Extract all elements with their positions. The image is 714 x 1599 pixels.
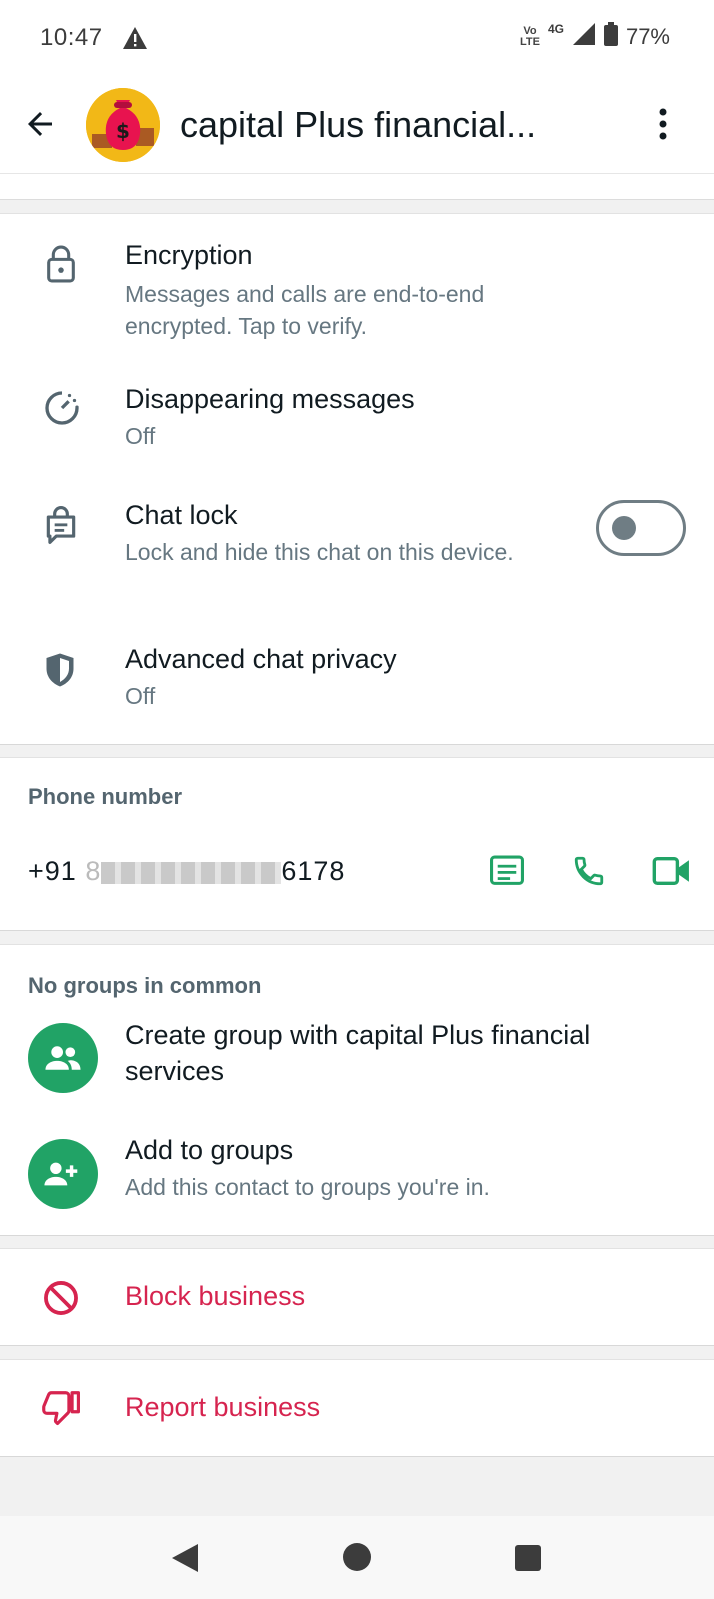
nav-home-icon[interactable]	[342, 1542, 372, 1577]
group-avatar-circle	[28, 1023, 98, 1093]
groups-card: No groups in common Create group with ca…	[0, 944, 714, 1236]
redacted-digits	[101, 861, 282, 884]
status-time: 10:47	[40, 24, 103, 51]
add-to-groups-subtitle: Add this contact to groups you're in.	[125, 1174, 490, 1200]
status-indicators: Vo LTE 4G 77%	[520, 22, 670, 51]
svg-text:$: $	[116, 119, 130, 143]
app-bar: $ capital Plus financial...	[0, 78, 714, 174]
chat-lock-title: Chat lock	[125, 500, 238, 530]
phone-suffix: 6178	[281, 856, 346, 886]
block-business-label: Block business	[125, 1281, 306, 1311]
advanced-privacy-row[interactable]: Advanced chat privacy Off	[0, 624, 714, 739]
add-to-group-icon	[44, 1162, 78, 1186]
phone-number[interactable]: +91 8 6178	[28, 856, 345, 887]
disappearing-subtitle: Off	[125, 423, 156, 449]
nav-recents-icon[interactable]	[514, 1544, 542, 1577]
add-to-groups-title: Add to groups	[125, 1135, 294, 1165]
nav-back-icon[interactable]	[170, 1542, 200, 1579]
chat-lock-subtitle: Lock and hide this chat on this device.	[125, 539, 514, 565]
chat-lock-icon	[42, 504, 80, 551]
phone-prefix: +91	[28, 856, 77, 886]
chat-lock-toggle[interactable]	[596, 500, 686, 556]
groups-section-label: No groups in common	[28, 973, 262, 998]
report-business-label: Report business	[125, 1392, 321, 1422]
privacy-card: Encryption Messages and calls are end-to…	[0, 213, 714, 745]
system-nav-bar	[0, 1516, 714, 1599]
top-strip	[0, 174, 714, 200]
advanced-privacy-title: Advanced chat privacy	[125, 644, 397, 674]
volte-line2: LTE	[519, 35, 540, 48]
phone-card: Phone number +91 8 6178	[0, 757, 714, 931]
status-bar: 10:47 Vo LTE 4G 77%	[0, 0, 714, 78]
create-group-label: Create group with capital Plus financial…	[125, 1020, 591, 1086]
encryption-title: Encryption	[125, 240, 253, 270]
video-call-icon[interactable]	[652, 854, 692, 893]
voice-call-icon[interactable]	[572, 854, 606, 893]
battery-icon	[603, 22, 618, 51]
report-card[interactable]: Report business	[0, 1359, 714, 1457]
add-group-avatar-circle	[28, 1139, 98, 1209]
add-to-groups-row[interactable]: Add to groups Add this contact to groups…	[0, 1125, 714, 1235]
group-icon	[45, 1046, 81, 1070]
block-icon	[42, 1279, 80, 1322]
encryption-subtitle: Messages and calls are end-to-end encryp…	[125, 281, 485, 339]
more-options-icon[interactable]	[658, 108, 668, 145]
warning-icon	[122, 26, 148, 55]
phone-section-label: Phone number	[28, 784, 183, 809]
contact-name-title[interactable]: capital Plus financial...	[180, 104, 536, 146]
back-arrow-icon[interactable]	[22, 106, 58, 147]
create-group-row[interactable]: Create group with capital Plus financial…	[0, 1011, 714, 1121]
volte-indicator: Vo LTE	[519, 24, 540, 48]
phone-mask-start: 8	[85, 856, 102, 886]
thumbs-down-icon	[42, 1388, 80, 1431]
toggle-knob	[612, 516, 636, 540]
disappearing-messages-row[interactable]: Disappearing messages Off	[0, 364, 714, 474]
block-card[interactable]: Block business	[0, 1248, 714, 1346]
contact-avatar[interactable]: $	[86, 88, 160, 162]
encryption-row[interactable]: Encryption Messages and calls are end-to…	[0, 214, 714, 354]
network-type: 4G	[547, 22, 564, 36]
volte-line1: Vo	[523, 24, 537, 37]
message-icon[interactable]	[488, 854, 526, 893]
disappearing-title: Disappearing messages	[125, 384, 415, 414]
advanced-privacy-subtitle: Off	[125, 683, 156, 709]
signal-icon	[572, 22, 596, 51]
timer-icon	[42, 388, 82, 433]
lock-icon	[42, 244, 80, 289]
battery-percent: 77%	[625, 23, 670, 49]
shield-icon	[42, 650, 78, 695]
chat-lock-row[interactable]: Chat lock Lock and hide this chat on thi…	[0, 480, 714, 610]
